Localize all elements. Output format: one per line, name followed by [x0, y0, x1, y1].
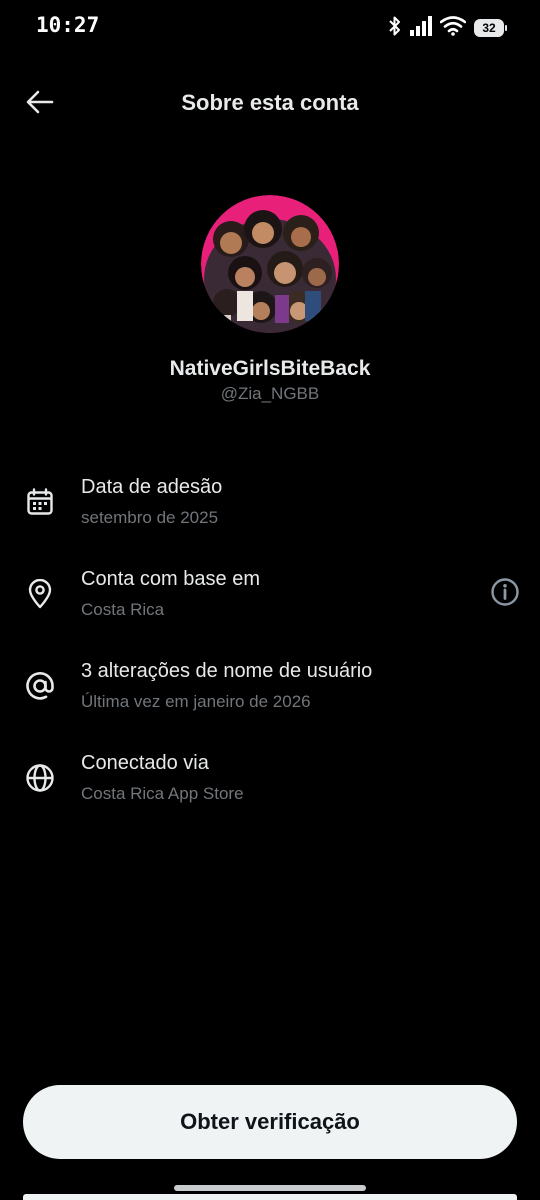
joined-date-row: Data de adesão setembro de 2025: [0, 476, 540, 546]
at-sign-icon: [23, 669, 57, 703]
location-info-button[interactable]: [488, 577, 522, 611]
username-changes-label: 3 alterações de nome de usuário: [81, 660, 373, 682]
profile-display-name: NativeGirlsBiteBack: [169, 357, 371, 380]
username-changes-value: Última vez em janeiro de 2026: [81, 692, 311, 711]
status-icons: 32: [388, 14, 507, 42]
battery-icon: 32: [474, 19, 507, 37]
signal-icon: [410, 15, 432, 41]
joined-date-label: Data de adesão: [81, 476, 223, 498]
info-circle-icon: [490, 577, 520, 612]
connected-via-value: Costa Rica App Store: [81, 784, 244, 803]
top-app-bar: Sobre esta conta: [0, 72, 540, 136]
status-time: 10:27: [36, 13, 100, 37]
wifi-icon: [439, 15, 467, 41]
globe-icon: [23, 761, 57, 795]
bluetooth-icon: [388, 15, 402, 42]
get-verified-button[interactable]: Obter verificação: [23, 1085, 517, 1159]
connected-via-label: Conectado via: [81, 752, 209, 774]
account-location-row: Conta com base em Costa Rica: [0, 568, 540, 638]
profile-handle: @Zia_NGBB: [220, 384, 320, 403]
location-pin-icon: [23, 577, 57, 611]
connected-via-row: Conectado via Costa Rica App Store: [0, 752, 540, 822]
joined-date-value: setembro de 2025: [81, 508, 219, 527]
profile-avatar[interactable]: [201, 195, 339, 333]
account-location-label: Conta com base em: [81, 568, 260, 590]
username-changes-row: 3 alterações de nome de usuário Última v…: [0, 660, 540, 730]
status-bar: 10:27 32: [0, 0, 540, 52]
page-title: Sobre esta conta: [181, 90, 359, 115]
account-location-value: Costa Rica: [81, 600, 165, 619]
home-indicator[interactable]: [174, 1185, 366, 1191]
calendar-icon: [23, 485, 57, 519]
bottom-sheet-edge: [23, 1194, 517, 1200]
